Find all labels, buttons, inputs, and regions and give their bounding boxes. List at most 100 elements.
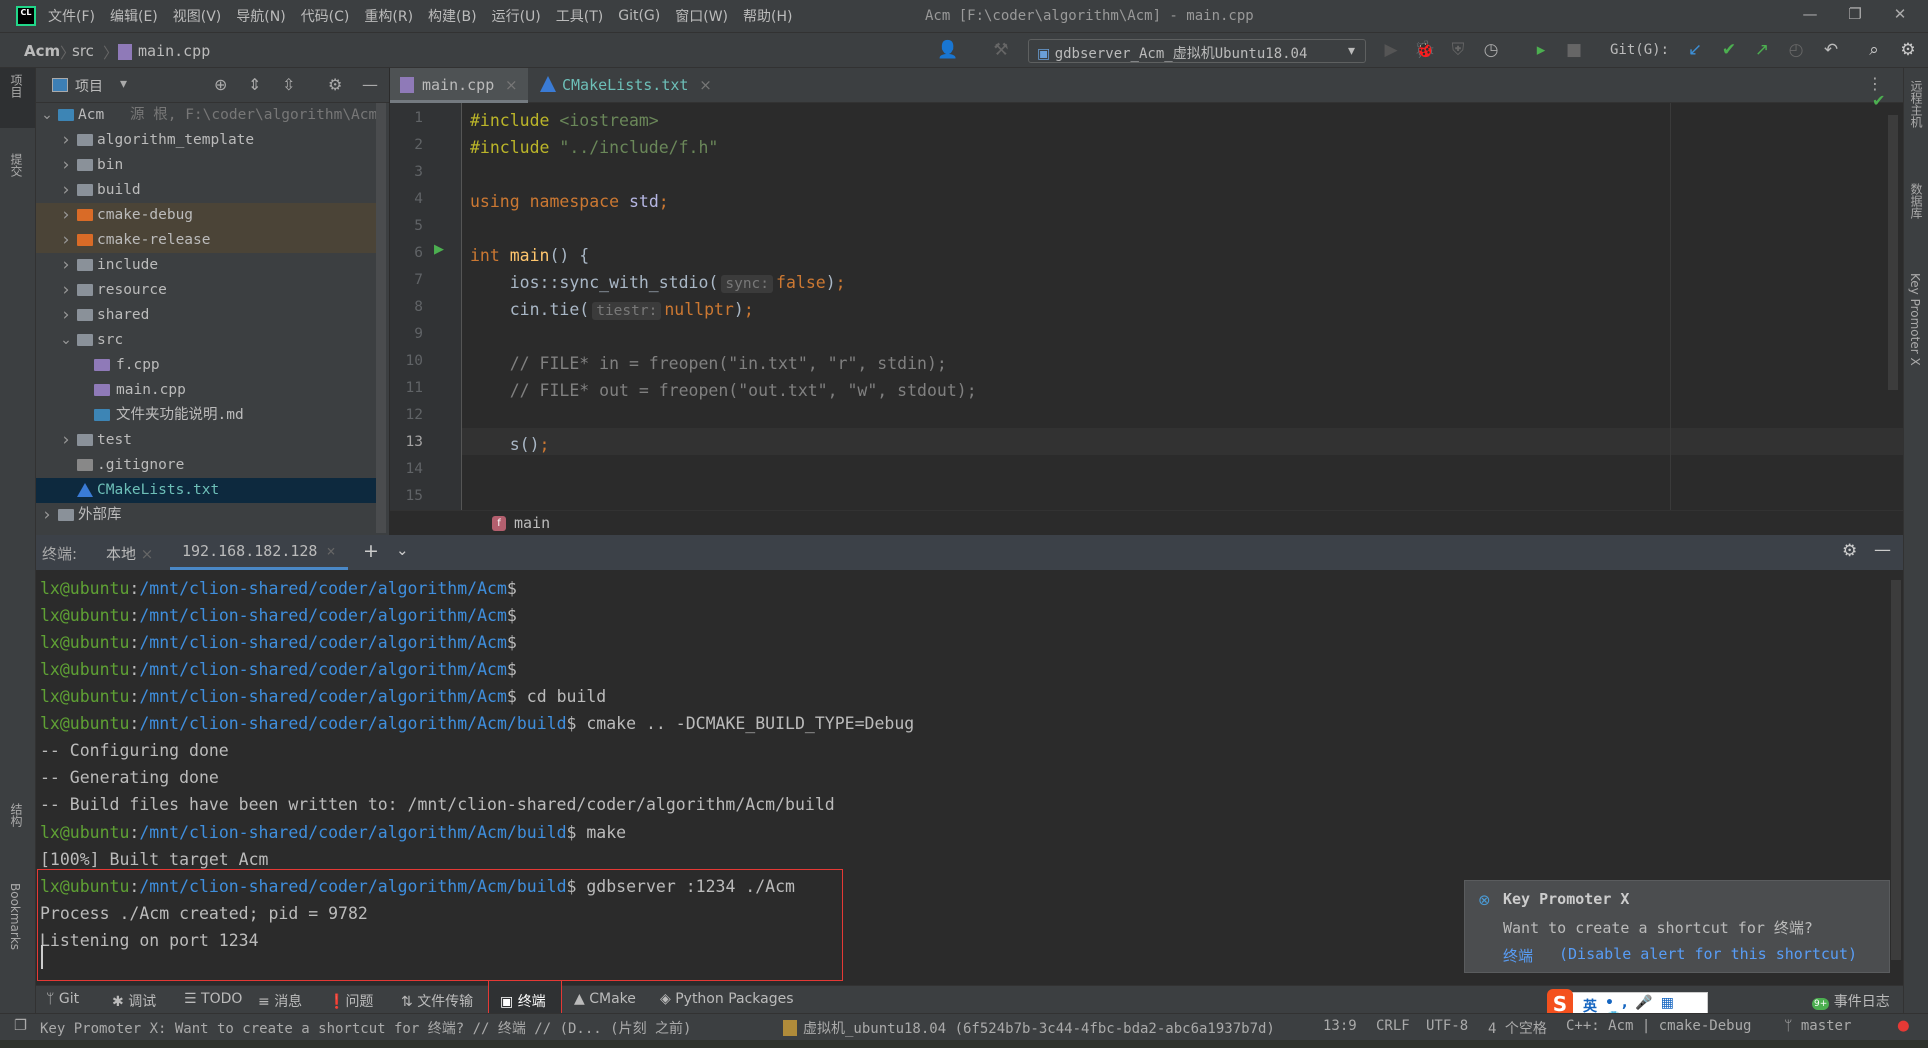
tree-item[interactable]: › shared (36, 303, 386, 328)
caret-position[interactable]: 13:9 (1323, 1018, 1357, 1034)
restore-button[interactable]: ❐ (1845, 5, 1865, 23)
toolwindow-messages[interactable]: ≡ 消息 (258, 991, 302, 1011)
code-line[interactable]: int main() { (470, 242, 589, 269)
attach-icon[interactable]: ▸ (1530, 40, 1552, 60)
rollback-icon[interactable]: ↶ (1820, 40, 1842, 60)
hide-minus-icon[interactable]: — (1874, 540, 1891, 560)
user-icon[interactable]: 👤 (937, 40, 959, 60)
toolwindow-terminal[interactable]: ▣ 终端 (500, 991, 546, 1011)
chevron-right-icon[interactable]: › (59, 253, 73, 278)
event-log-button[interactable]: 9+ 事件日志 (1812, 991, 1890, 1011)
locate-crosshair-icon[interactable]: ⊕ (214, 75, 227, 94)
tree-item[interactable]: ⌄ Acm 源 根, F:\coder\algorithm\Acm (36, 103, 386, 128)
menu-help[interactable]: 帮助(H) (743, 6, 792, 26)
git-branch[interactable]: ᛘ master (1784, 1018, 1851, 1034)
chevron-right-icon[interactable]: › (59, 228, 73, 253)
tree-item[interactable]: main.cpp (36, 378, 386, 403)
tree-item[interactable]: › test (36, 428, 386, 453)
resolve-context[interactable]: C++: Acm | cmake-Debug (1566, 1018, 1751, 1034)
gear-icon[interactable]: ⚙ (328, 75, 342, 94)
menu-tools[interactable]: 工具(T) (556, 6, 603, 26)
menu-refactor[interactable]: 重构(R) (364, 6, 413, 26)
code-line[interactable]: s(); (470, 431, 550, 458)
run-configuration-select[interactable]: ▣ gdbserver_Acm_虚拟机Ubuntu18.04 ▾ (1028, 39, 1366, 63)
tree-item[interactable]: › include (36, 253, 386, 278)
stripe-key-promoter[interactable]: Key Promoter X (1908, 273, 1922, 366)
close-tab-icon[interactable]: × (141, 545, 154, 563)
code-line[interactable]: ios::sync_with_stdio(sync: false); (470, 269, 846, 296)
breadcrumb-src[interactable]: src (72, 42, 94, 60)
terminal-scrollbar[interactable] (1891, 580, 1901, 960)
create-shortcut-link[interactable]: 终端 (1503, 945, 1533, 966)
gear-icon[interactable]: ⚙ (1897, 40, 1919, 60)
tree-item[interactable]: CMakeLists.txt (36, 478, 386, 503)
tab-cmakelists[interactable]: CMakeLists.txt × (530, 68, 712, 103)
toolwindow-file-transfer[interactable]: ⇅ 文件传输 (401, 991, 473, 1011)
tree-item[interactable]: › resource (36, 278, 386, 303)
status-toggle-icon[interactable]: ❐ (14, 1018, 27, 1034)
stripe-database[interactable]: 数据库 (1908, 183, 1925, 219)
stripe-bookmarks[interactable]: Bookmarks (8, 883, 22, 950)
close-tab-icon[interactable]: × (505, 76, 518, 94)
tab-main-cpp[interactable]: main.cpp × (390, 68, 528, 103)
chevron-right-icon[interactable]: › (59, 178, 73, 203)
deployment-server[interactable]: 虚拟机_ubuntu18.04 (6f524b7b-3c44-4fbc-bda2… (803, 1018, 1275, 1038)
terminal-tab-remote[interactable]: 192.168.182.128 × (170, 542, 348, 570)
git-update-icon[interactable]: ↙ (1684, 40, 1706, 60)
chevron-down-icon[interactable]: ⌄ (59, 328, 73, 353)
toolwindow-debug[interactable]: ✱ 调试 (112, 991, 156, 1011)
chevron-right-icon[interactable]: › (59, 153, 73, 178)
chevron-right-icon[interactable]: › (59, 128, 73, 153)
error-indicator-icon[interactable]: ● (1897, 1018, 1910, 1034)
tree-item[interactable]: › bin (36, 153, 386, 178)
hide-minus-icon[interactable]: — (362, 75, 378, 94)
close-tab-icon[interactable]: × (699, 76, 712, 94)
close-window-button[interactable]: ✕ (1890, 5, 1910, 23)
editor-scrollbar[interactable] (1888, 115, 1898, 390)
gear-icon[interactable]: ⚙ (1842, 541, 1857, 561)
stripe-project[interactable]: 项目 (8, 74, 25, 98)
tree-item[interactable]: .gitignore (36, 453, 386, 478)
tree-item[interactable]: 文件夹功能说明.md (36, 403, 386, 428)
breadcrumb-acm[interactable]: Acm (24, 42, 60, 60)
git-push-icon[interactable]: ↗ (1751, 40, 1773, 60)
terminal-tab-local[interactable]: 本地 × (106, 543, 153, 564)
menu-build[interactable]: 构建(B) (428, 6, 477, 26)
coverage-icon[interactable]: ⛨ (1447, 40, 1469, 60)
code-line[interactable]: #include "../include/f.h" (470, 134, 718, 161)
minimize-button[interactable]: — (1800, 5, 1820, 23)
tree-item[interactable]: › 外部库 (36, 503, 386, 528)
toolwindow-todo[interactable]: ☰ TODO (184, 991, 242, 1007)
toolwindow-cmake[interactable]: ▲ CMake (574, 991, 636, 1007)
file-encoding[interactable]: UTF-8 (1426, 1018, 1468, 1034)
breadcrumb-main-cpp[interactable]: main.cpp (138, 42, 210, 60)
code-line[interactable]: // FILE* out = freopen("out.txt", "w", s… (470, 377, 977, 404)
close-tab-icon[interactable]: × (327, 542, 336, 560)
menu-view[interactable]: 视图(V) (173, 6, 222, 26)
toolwindow-git[interactable]: ᛘ Git (46, 991, 79, 1007)
tree-item[interactable]: › algorithm_template (36, 128, 386, 153)
code-line[interactable]: // FILE* in = freopen("in.txt", "r", std… (470, 350, 947, 377)
menu-run[interactable]: 运行(U) (492, 6, 541, 26)
chevron-down-icon[interactable]: ⌄ (40, 103, 54, 128)
tree-item[interactable]: › cmake-release (36, 228, 386, 253)
profile-icon[interactable]: ◷ (1480, 40, 1502, 60)
git-commit-check-icon[interactable]: ✔ (1718, 40, 1740, 60)
code-line[interactable]: cin.tie(tiestr: nullptr); (470, 296, 754, 323)
build-hammer-icon[interactable]: ⚒ (990, 40, 1012, 60)
menu-code[interactable]: 代码(C) (301, 6, 350, 26)
tree-item[interactable]: f.cpp (36, 353, 386, 378)
chevron-right-icon[interactable]: › (59, 303, 73, 328)
tree-item[interactable]: ⌄ src (36, 328, 386, 353)
menu-window[interactable]: 窗口(W) (675, 6, 728, 26)
line-separator[interactable]: CRLF (1376, 1018, 1410, 1034)
indent-setting[interactable]: 4 个空格 (1488, 1018, 1547, 1038)
collapse-all-icon[interactable]: ⇳ (282, 75, 295, 94)
expand-all-icon[interactable]: ⇕ (248, 75, 261, 94)
toolwindow-python-packages[interactable]: ◈ Python Packages (660, 991, 794, 1007)
disable-alert-link[interactable]: (Disable alert for this shortcut) (1559, 945, 1857, 963)
chevron-right-icon[interactable]: › (59, 278, 73, 303)
tree-item[interactable]: › build (36, 178, 386, 203)
toolwindow-problems[interactable]: ❗问题 (328, 991, 373, 1011)
breadcrumb-function[interactable]: main (514, 514, 550, 532)
